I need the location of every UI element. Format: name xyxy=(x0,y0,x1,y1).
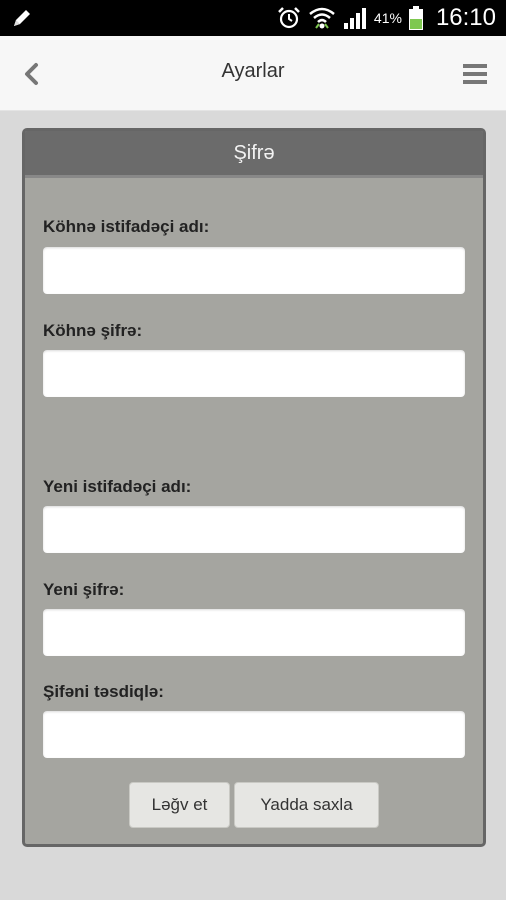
alarm-icon xyxy=(276,5,302,31)
page-title: Ayarlar xyxy=(221,60,285,82)
panel-header: Şifrə xyxy=(25,131,483,178)
status-time: 16:10 xyxy=(435,4,496,31)
password-panel: Şifrə Köhnə istifadəçi adı: Köhnə şifrə:… xyxy=(22,128,486,847)
pencil-icon xyxy=(10,6,34,30)
new-username-label: Yeni istifadəçi adı: xyxy=(43,477,192,496)
wifi-icon xyxy=(308,5,336,31)
panel-title: Şifrə xyxy=(233,141,275,164)
hamburger-menu-icon xyxy=(463,63,487,85)
new-username-input[interactable] xyxy=(43,506,465,553)
battery-percent: 41% xyxy=(373,10,402,26)
old-username-label: Köhnə istifadəçi adı: xyxy=(43,217,210,236)
status-right: 41% 16:10 xyxy=(276,4,496,32)
new-password-label: Yeni şifrə: xyxy=(43,580,125,599)
status-left xyxy=(10,6,34,30)
old-username-input[interactable] xyxy=(43,247,465,294)
status-bar: 41% 16:10 xyxy=(0,0,506,36)
old-password-input[interactable] xyxy=(43,350,465,397)
save-button[interactable]: Yadda saxla xyxy=(234,782,379,828)
new-password-input[interactable] xyxy=(43,609,465,656)
cancel-button[interactable]: Ləğv et xyxy=(129,782,230,828)
action-bar: Ayarlar xyxy=(0,36,506,111)
old-password-label: Köhnə şifrə: xyxy=(43,321,143,340)
signal-icon xyxy=(342,5,368,31)
menu-button[interactable] xyxy=(458,56,492,92)
confirm-password-label: Şifəni təsdiqlə: xyxy=(43,682,164,701)
confirm-password-input[interactable] xyxy=(43,711,465,758)
battery-icon xyxy=(408,5,424,31)
